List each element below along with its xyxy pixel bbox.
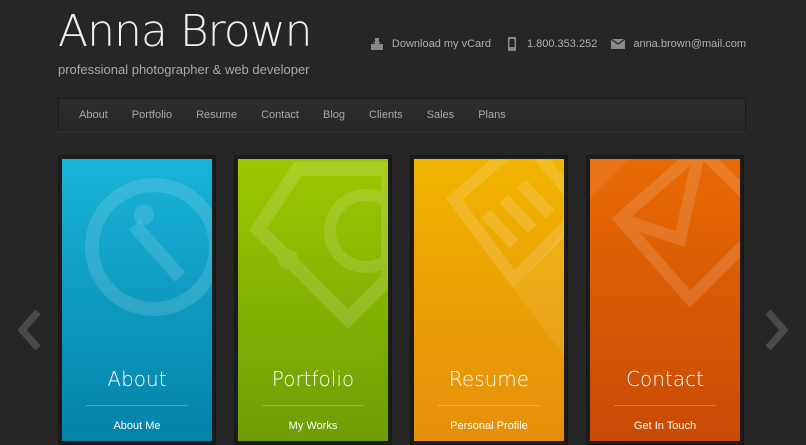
card-divider xyxy=(438,405,540,406)
card-title: Resume xyxy=(448,367,530,391)
card-about-panel[interactable]: About About Me xyxy=(62,159,212,441)
phone-number: 1.800.353.252 xyxy=(526,38,598,50)
card-portfolio[interactable]: Portfolio My Works xyxy=(234,155,392,445)
card-resume[interactable]: Resume Personal Profile xyxy=(410,155,568,445)
nav-item-clients[interactable]: Clients xyxy=(369,109,403,121)
chevron-right-icon xyxy=(765,309,789,351)
card-portfolio-panel[interactable]: Portfolio My Works xyxy=(238,159,388,441)
nav-item-blog[interactable]: Blog xyxy=(323,109,345,121)
nav-item-sales[interactable]: Sales xyxy=(427,109,455,121)
nav-item-portfolio[interactable]: Portfolio xyxy=(132,109,172,121)
card-resume-panel[interactable]: Resume Personal Profile xyxy=(414,159,564,441)
next-arrow-button[interactable] xyxy=(764,309,789,351)
site-tagline: professional photographer & web develope… xyxy=(58,62,310,77)
email-item[interactable]: anna.brown@mail.com xyxy=(611,37,746,51)
card-subtitle[interactable]: My Works xyxy=(238,420,388,432)
vcard-link[interactable]: Download my vCard xyxy=(370,37,491,51)
card-subtitle[interactable]: Personal Profile xyxy=(414,420,564,432)
nav-item-contact[interactable]: Contact xyxy=(261,109,299,121)
document-icon xyxy=(414,159,564,441)
card-title: Portfolio xyxy=(271,367,355,391)
magnifier-icon xyxy=(62,159,212,441)
card-title: About xyxy=(107,367,167,391)
card-divider xyxy=(86,405,188,406)
main-nav: About Portfolio Resume Contact Blog Clie… xyxy=(58,98,746,131)
vcard-label: Download my vCard xyxy=(391,38,491,50)
phone-item: 1.800.353.252 xyxy=(505,37,597,51)
card-subtitle[interactable]: About Me xyxy=(62,420,212,432)
card-divider xyxy=(614,405,716,406)
contact-bar: Download my vCard 1.800.353.252 anna.bro… xyxy=(356,37,746,51)
card-subtitle[interactable]: Get In Touch xyxy=(590,420,740,432)
card-about[interactable]: About About Me xyxy=(58,155,216,445)
phone-icon xyxy=(505,37,519,51)
tag-icon xyxy=(238,159,388,441)
envelope-icon xyxy=(611,37,626,51)
card-title: Contact xyxy=(626,367,704,391)
nav-item-plans[interactable]: Plans xyxy=(478,109,506,121)
nav-item-resume[interactable]: Resume xyxy=(196,109,237,121)
email-address: anna.brown@mail.com xyxy=(633,38,746,50)
feature-cards: About About Me Portfolio My Works Resume… xyxy=(58,155,746,445)
site-title[interactable]: Anna Brown xyxy=(58,4,313,60)
prev-arrow-button[interactable] xyxy=(17,309,42,351)
chevron-left-icon xyxy=(17,309,41,351)
card-contact[interactable]: Contact Get In Touch xyxy=(586,155,744,445)
card-contact-panel[interactable]: Contact Get In Touch xyxy=(590,159,740,441)
card-divider xyxy=(262,405,364,406)
download-icon xyxy=(370,37,384,51)
envelope-icon xyxy=(590,159,740,441)
nav-item-about[interactable]: About xyxy=(79,109,108,121)
